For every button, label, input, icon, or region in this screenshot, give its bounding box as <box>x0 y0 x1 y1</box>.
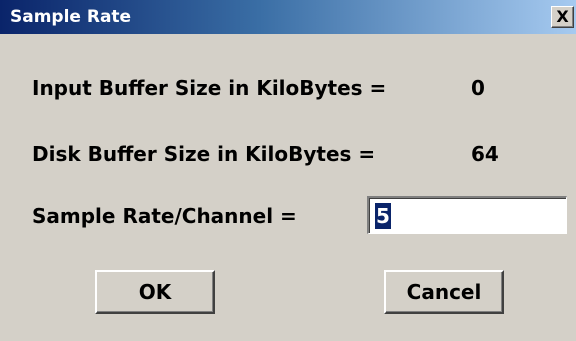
sample-rate-label: Sample Rate/Channel = <box>32 204 297 228</box>
window-title: Sample Rate <box>10 7 132 27</box>
title-bar[interactable]: Sample Rate X <box>0 0 576 34</box>
disk-buffer-label: Disk Buffer Size in KiloBytes = <box>32 142 376 166</box>
close-icon: X <box>556 7 569 26</box>
disk-buffer-value: 64 <box>471 142 499 166</box>
cancel-button-label: Cancel <box>406 280 482 304</box>
input-buffer-value: 0 <box>471 76 485 100</box>
sample-rate-input[interactable]: 5 <box>367 196 567 234</box>
ok-button[interactable]: OK <box>95 270 215 314</box>
sample-rate-input-value: 5 <box>375 202 391 229</box>
sample-rate-dialog: Sample Rate X Input Buffer Size in KiloB… <box>0 0 576 341</box>
input-buffer-label: Input Buffer Size in KiloBytes = <box>32 76 387 100</box>
ok-button-label: OK <box>138 280 172 304</box>
close-button[interactable]: X <box>551 6 574 28</box>
cancel-button[interactable]: Cancel <box>384 270 504 314</box>
